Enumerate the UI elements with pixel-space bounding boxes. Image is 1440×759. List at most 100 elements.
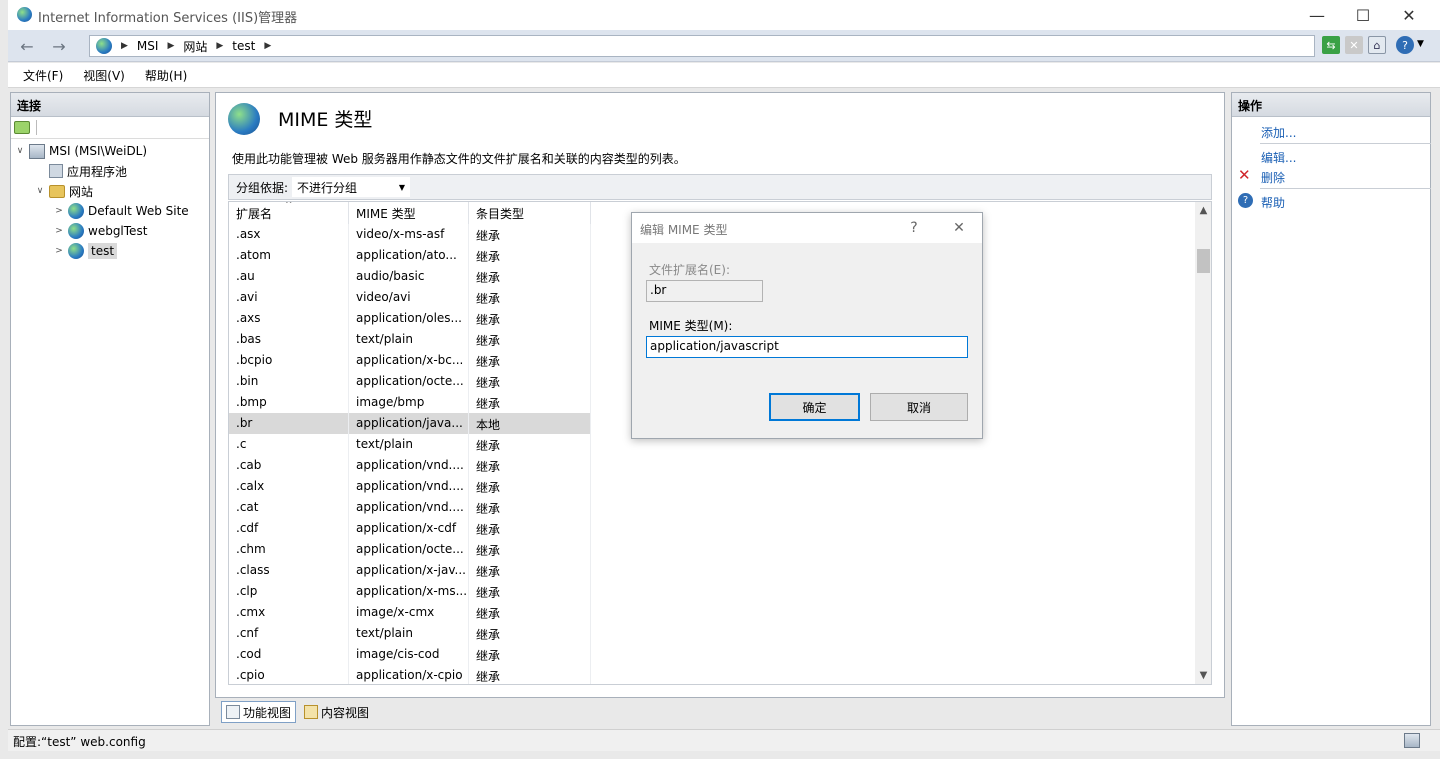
maximize-button[interactable]: ☐	[1340, 0, 1386, 30]
expand-icon[interactable]: >	[54, 246, 64, 256]
add-action-link[interactable]: 添加...	[1261, 124, 1296, 141]
table-row[interactable]: .calx application/vnd.... 继承	[229, 476, 591, 497]
column-header-mime-type[interactable]: MIME 类型	[349, 202, 469, 224]
help-icon[interactable]: ?	[1238, 193, 1253, 208]
tab-content-view[interactable]: 内容视图	[300, 701, 373, 723]
table-row[interactable]: .class application/x-jav... 继承	[229, 560, 591, 581]
table-row[interactable]: .cnf text/plain 继承	[229, 623, 591, 644]
close-button[interactable]: ✕	[1386, 0, 1432, 30]
tree-item-label: MSI (MSI\WeiDL)	[49, 144, 148, 158]
column-header-entry-type[interactable]: 条目类型	[469, 202, 591, 224]
menu-view[interactable]: 视图(V)	[83, 67, 125, 84]
table-row[interactable]: .avi video/avi 继承	[229, 287, 591, 308]
tree-item-sites[interactable]: ∨ 网站	[35, 181, 93, 201]
mime-type-input[interactable]: application/javascript	[646, 336, 968, 358]
stop-icon[interactable]: ✕	[1345, 36, 1363, 54]
group-by-select[interactable]: 不进行分组 ▼	[292, 177, 411, 197]
breadcrumb[interactable]: ▶ MSI ▶ 网站 ▶ test ▶	[89, 35, 1315, 57]
mime-globe-icon	[228, 103, 260, 135]
chevron-down-icon: ▼	[398, 182, 406, 192]
breadcrumb-item-test[interactable]: test	[232, 39, 255, 53]
table-row[interactable]: .cat application/vnd.... 继承	[229, 497, 591, 518]
table-row[interactable]: .chm application/octe... 继承	[229, 539, 591, 560]
breadcrumb-item-msi[interactable]: MSI	[137, 39, 159, 53]
tab-label: 功能视图	[243, 705, 292, 720]
globe-icon	[68, 243, 84, 259]
help-dropdown-icon[interactable]: ?	[1396, 36, 1414, 54]
expand-icon[interactable]: ∨	[35, 186, 45, 196]
cell-mime-type: application/x-cpio	[349, 665, 469, 684]
scroll-down-icon[interactable]: ▼	[1195, 667, 1211, 684]
forward-button[interactable]: →	[44, 35, 74, 57]
table-row[interactable]: .bmp image/bmp 继承	[229, 392, 591, 413]
tree-item-server[interactable]: ∨ MSI (MSI\WeiDL)	[15, 141, 147, 161]
tree-item-app-pools[interactable]: 应用程序池	[35, 161, 127, 181]
help-action-link[interactable]: 帮助	[1261, 194, 1285, 211]
scroll-thumb[interactable]	[1197, 249, 1210, 273]
table-row[interactable]: .br application/java... 本地	[229, 413, 591, 434]
table-row[interactable]: .axs application/oles... 继承	[229, 308, 591, 329]
table-row[interactable]: .bas text/plain 继承	[229, 329, 591, 350]
connections-header: 连接	[11, 93, 209, 117]
table-row[interactable]: .au audio/basic 继承	[229, 266, 591, 287]
cell-mime-type: text/plain	[349, 434, 469, 455]
table-row[interactable]: .bcpio application/x-bc... 继承	[229, 350, 591, 371]
dialog-help-icon[interactable]: ?	[900, 216, 928, 240]
table-row[interactable]: .asx video/x-ms-asf 继承	[229, 224, 591, 245]
menu-help[interactable]: 帮助(H)	[145, 67, 187, 84]
expand-icon[interactable]: >	[54, 206, 64, 216]
tree-item-label: webglTest	[88, 224, 148, 238]
app-pool-icon	[49, 164, 63, 178]
breadcrumb-item-sites[interactable]: 网站	[183, 38, 207, 55]
scroll-up-icon[interactable]: ▲	[1195, 202, 1211, 219]
table-row[interactable]: .clp application/x-ms... 继承	[229, 581, 591, 602]
expand-icon[interactable]: >	[54, 226, 64, 236]
minimize-button[interactable]: —	[1294, 0, 1340, 30]
table-row[interactable]: .cmx image/x-cmx 继承	[229, 602, 591, 623]
tree-item-webgltest[interactable]: > webglTest	[54, 221, 147, 241]
cell-extension: .calx	[229, 476, 349, 497]
cancel-button[interactable]: 取消	[870, 393, 968, 421]
refresh-icon[interactable]: ⇆	[1322, 36, 1340, 54]
cell-mime-type: application/vnd....	[349, 476, 469, 497]
ok-button[interactable]: 确定	[769, 393, 860, 421]
menu-file[interactable]: 文件(F)	[23, 67, 63, 84]
dialog-close-icon[interactable]: ✕	[945, 216, 973, 240]
tree-item-default-web-site[interactable]: > Default Web Site	[54, 201, 189, 221]
connect-icon[interactable]	[14, 121, 30, 134]
table-row[interactable]: .atom application/ato... 继承	[229, 245, 591, 266]
tree-item-test[interactable]: > test	[54, 241, 118, 261]
back-button[interactable]: ←	[12, 35, 42, 57]
window-title: Internet Information Services (IIS)管理器	[38, 11, 298, 26]
cell-extension: .bmp	[229, 392, 349, 413]
table-row[interactable]: .cod image/cis-cod 继承	[229, 644, 591, 665]
cell-entry-type: 继承	[469, 497, 591, 518]
delete-icon[interactable]: ✕	[1238, 166, 1251, 184]
cell-entry-type: 继承	[469, 392, 591, 413]
cell-extension: .br	[229, 413, 349, 434]
table-row[interactable]: .c text/plain 继承	[229, 434, 591, 455]
table-row[interactable]: .cpio application/x-cpio 继承	[229, 665, 591, 684]
home-icon[interactable]: ⌂	[1368, 36, 1386, 54]
tab-label: 内容视图	[321, 705, 370, 720]
cell-entry-type: 继承	[469, 560, 591, 581]
cell-entry-type: 继承	[469, 602, 591, 623]
actions-panel: 操作 添加... 编辑... ✕ 删除 ? 帮助	[1231, 92, 1431, 726]
action-divider	[1260, 143, 1431, 144]
tab-features-view[interactable]: 功能视图	[221, 701, 297, 723]
vertical-scrollbar[interactable]: ▲ ▼	[1195, 202, 1211, 684]
mime-type-label: MIME 类型(M):	[649, 319, 733, 333]
cell-extension: .c	[229, 434, 349, 455]
edit-action-link[interactable]: 编辑...	[1261, 149, 1296, 166]
chevron-down-icon[interactable]: ▼	[1417, 39, 1424, 49]
column-header-extension[interactable]: 扩展名 ^	[229, 202, 349, 224]
table-row[interactable]: .cab application/vnd.... 继承	[229, 455, 591, 476]
expand-icon[interactable]: ∨	[15, 146, 25, 156]
cell-entry-type: 继承	[469, 434, 591, 455]
table-row[interactable]: .bin application/octe... 继承	[229, 371, 591, 392]
delete-action-link[interactable]: 删除	[1261, 169, 1285, 186]
cell-entry-type: 继承	[469, 665, 591, 684]
sort-ascending-icon: ^	[285, 201, 293, 210]
cell-extension: .au	[229, 266, 349, 287]
table-row[interactable]: .cdf application/x-cdf 继承	[229, 518, 591, 539]
